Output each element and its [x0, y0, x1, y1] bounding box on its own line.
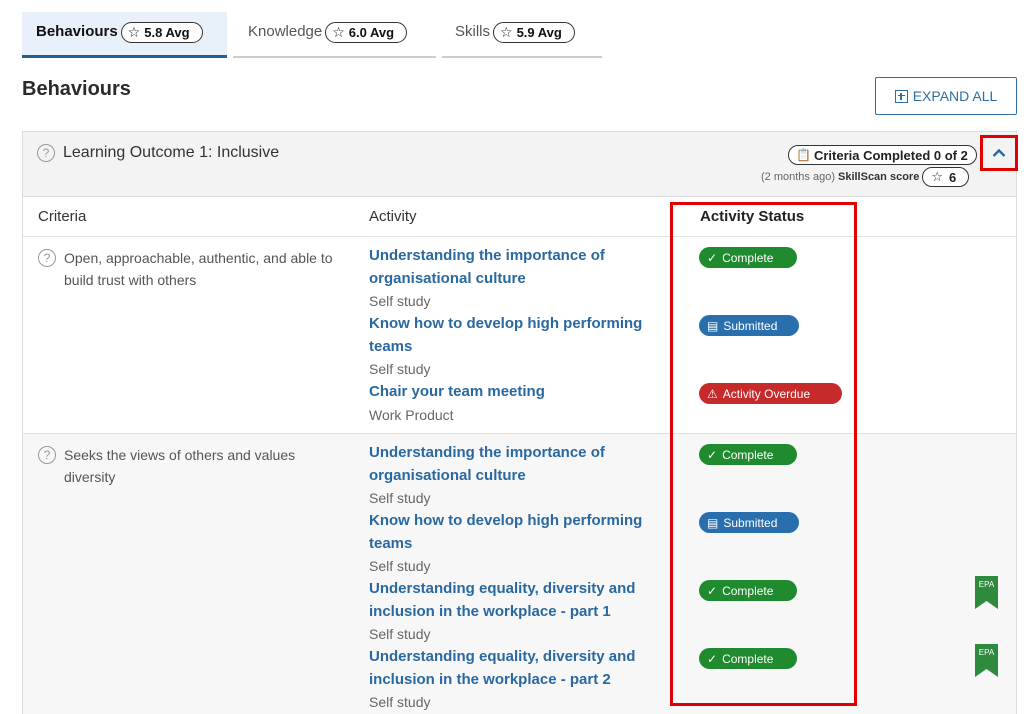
- chevron-up-icon: [992, 148, 1006, 157]
- activity-type: Self study: [369, 293, 431, 309]
- activity-type: Self study: [369, 694, 431, 710]
- expand-all-label: EXPAND ALL: [912, 88, 998, 104]
- clipboard-icon: 📋: [796, 148, 811, 162]
- criteria-completed-text: Criteria Completed 0 of 2: [813, 147, 968, 163]
- collapse-button[interactable]: [980, 135, 1018, 171]
- star-icon: ☆: [127, 24, 141, 40]
- epa-label: EPA: [979, 648, 995, 657]
- activity-type: Work Product: [369, 406, 454, 423]
- tab-knowledge-avg-badge: ☆ 6.0 Avg: [325, 22, 408, 43]
- skillscan-label: SkillScan score: [837, 171, 920, 183]
- avg-value: 5.9 Avg: [516, 25, 562, 40]
- learning-outcome-panel: ? Learning Outcome 1: Inclusive 📋 Criter…: [22, 131, 1018, 714]
- star-icon: ☆: [500, 24, 513, 40]
- criteria-completed-badge: 📋 Criteria Completed 0 of 2: [788, 145, 977, 165]
- activity-item: Chair your team meeting Work Product: [369, 381, 659, 426]
- outcome-title: Learning Outcome 1: Inclusive: [63, 144, 280, 161]
- activity-link[interactable]: Chair your team meeting: [369, 381, 659, 404]
- highlight-box: [670, 202, 857, 706]
- criteria-text: Seeks the views of others and values div…: [64, 447, 296, 485]
- tab-knowledge[interactable]: Knowledge ☆ 6.0 Avg: [233, 12, 436, 58]
- column-header-activity: Activity: [369, 208, 417, 225]
- epa-flag-icon: EPA: [975, 644, 998, 677]
- activity-item: Know how to develop high performing team…: [369, 313, 659, 381]
- skillscan-score: 6: [948, 169, 957, 185]
- column-header-criteria: Criteria: [38, 208, 87, 225]
- activity-type: Self study: [369, 626, 431, 642]
- skillscan-score-badge: ☆ 6: [922, 167, 970, 187]
- activity-item: Understanding equality, diversity and in…: [369, 646, 659, 714]
- epa-flag-icon: EPA: [975, 576, 998, 609]
- plus-square-icon: [894, 89, 908, 103]
- tab-behaviours[interactable]: Behaviours ☆ 5.8 Avg: [22, 12, 227, 58]
- activity-item: Understanding equality, diversity and in…: [369, 578, 659, 646]
- activity-item: Know how to develop high performing team…: [369, 510, 659, 578]
- table-row: ? Seeks the views of others and values d…: [23, 434, 1016, 714]
- avg-value: 6.0 Avg: [348, 25, 395, 40]
- skillscan-line: (2 months ago) SkillScan score ☆ 6: [761, 167, 970, 187]
- activity-link[interactable]: Understanding equality, diversity and in…: [369, 578, 659, 623]
- help-icon[interactable]: ?: [38, 249, 56, 267]
- activity-link[interactable]: Understanding the importance of organisa…: [369, 245, 659, 290]
- avg-value: 5.8 Avg: [144, 25, 190, 40]
- tab-behaviours-avg-badge: ☆ 5.8 Avg: [120, 22, 203, 43]
- activity-type: Self study: [369, 558, 431, 574]
- activity-link[interactable]: Know how to develop high performing team…: [369, 313, 659, 358]
- star-icon: ☆: [931, 169, 943, 184]
- page-title: Behaviours: [22, 78, 131, 100]
- criteria-cell: ? Open, approachable, authentic, and abl…: [38, 247, 348, 291]
- tab-skills[interactable]: Skills ☆ 5.9 Avg: [442, 12, 602, 58]
- tab-knowledge-label: Knowledge: [248, 23, 323, 40]
- activity-link[interactable]: Understanding equality, diversity and in…: [369, 646, 659, 691]
- tab-skills-label: Skills: [455, 23, 491, 40]
- table-row: ? Open, approachable, authentic, and abl…: [23, 237, 1016, 434]
- outcome-title-group: ? Learning Outcome 1: Inclusive: [37, 144, 279, 162]
- criteria-cell: ? Seeks the views of others and values d…: [38, 444, 348, 488]
- outcome-header[interactable]: ? Learning Outcome 1: Inclusive 📋 Criter…: [23, 132, 1018, 197]
- activity-link[interactable]: Understanding the importance of organisa…: [369, 442, 659, 487]
- epa-label: EPA: [979, 580, 995, 589]
- activity-type: Self study: [369, 361, 431, 377]
- activity-item: Understanding the importance of organisa…: [369, 442, 659, 510]
- tab-skills-avg-badge: ☆ 5.9 Avg: [493, 22, 575, 43]
- activity-item: Understanding the importance of organisa…: [369, 245, 659, 313]
- time-ago: (2 months ago): [761, 171, 835, 183]
- tab-behaviours-label: Behaviours: [36, 23, 118, 40]
- star-icon: ☆: [332, 24, 345, 40]
- help-icon[interactable]: ?: [37, 144, 55, 162]
- activity-link[interactable]: Know how to develop high performing team…: [369, 510, 659, 555]
- criteria-text: Open, approachable, authentic, and able …: [64, 250, 333, 288]
- expand-all-button[interactable]: EXPAND ALL: [875, 77, 1017, 115]
- activity-type: Self study: [369, 490, 431, 506]
- help-icon[interactable]: ?: [38, 446, 56, 464]
